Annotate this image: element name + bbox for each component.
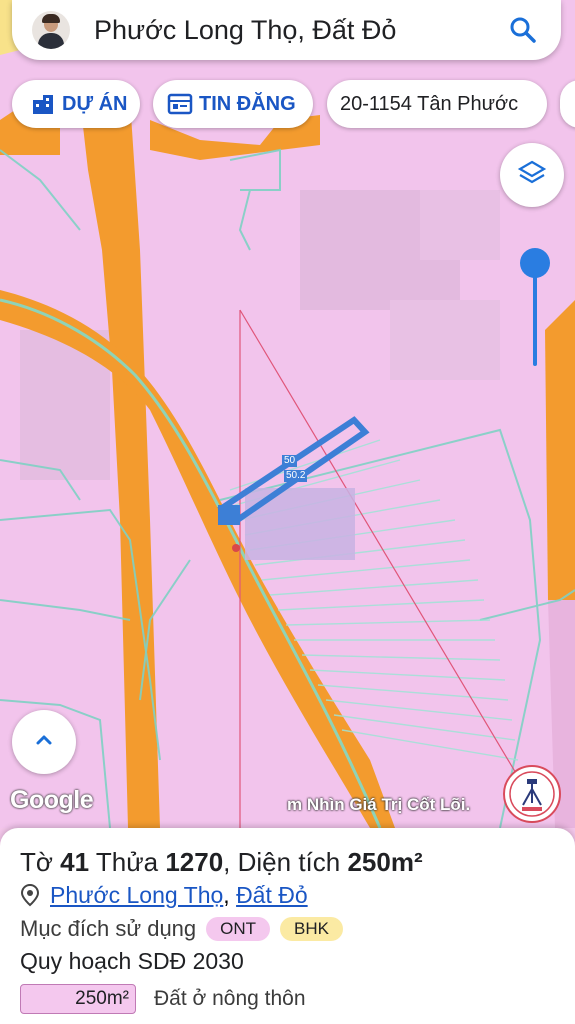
location-pin-icon bbox=[20, 883, 40, 907]
purpose-row: Mục đích sử dụng ONT BHK bbox=[20, 914, 575, 944]
chip-tin-dang-label: TIN ĐĂNG bbox=[199, 92, 296, 115]
purpose-badge-bhk: BHK bbox=[280, 917, 344, 941]
slider-track bbox=[533, 268, 537, 366]
plan-area-box: 250m² bbox=[20, 984, 136, 1014]
parcel-info-sheet[interactable]: Tờ 41 Thửa 1270, Diện tích 250m² Phước L… bbox=[0, 828, 575, 1024]
expand-button[interactable] bbox=[12, 710, 76, 774]
chip-parcel[interactable]: 20-1154 Tân Phước bbox=[327, 80, 547, 128]
avatar[interactable] bbox=[32, 11, 70, 49]
dimension-label: 50 bbox=[282, 455, 298, 467]
parcel-title: Tờ 41 Thửa 1270, Diện tích 250m² bbox=[20, 846, 575, 878]
seal-logo bbox=[503, 765, 561, 823]
title-comma: , bbox=[223, 847, 231, 877]
chip-du-an[interactable]: DỰ ÁN bbox=[12, 80, 140, 128]
layers-button[interactable] bbox=[500, 143, 564, 207]
lot-number: 1270 bbox=[165, 847, 224, 877]
plan-description: Đất ở nông thôn bbox=[154, 987, 306, 1010]
avatar-hair bbox=[42, 14, 60, 23]
ward-link[interactable]: Phước Long Thọ bbox=[50, 880, 223, 910]
purpose-badge-ont: ONT bbox=[206, 917, 271, 941]
chip-parcel-label: 20-1154 Tân Phước bbox=[340, 92, 519, 115]
listing-icon bbox=[167, 92, 193, 116]
avatar-body bbox=[38, 33, 64, 49]
google-logo: Google bbox=[10, 786, 94, 814]
building-icon bbox=[30, 92, 56, 116]
search-icon[interactable] bbox=[503, 10, 543, 50]
area-label: Diện tích bbox=[237, 847, 341, 877]
chip-du-an-label: DỰ ÁN bbox=[62, 92, 128, 115]
sheet-number: 41 bbox=[60, 847, 90, 877]
plan-title: Quy hoạch SDĐ 2030 bbox=[20, 948, 244, 974]
lot-label: Thửa bbox=[95, 847, 159, 877]
zoom-slider[interactable] bbox=[520, 248, 550, 368]
search-title[interactable]: Phước Long Thọ, Đất Đỏ bbox=[94, 15, 503, 46]
area-value: 250m² bbox=[347, 847, 423, 877]
watermark-text: m Nhìn Giá Trị Cốt Lõi. bbox=[287, 795, 471, 814]
chip-more[interactable] bbox=[560, 80, 575, 128]
purpose-label: Mục đích sử dụng bbox=[20, 916, 197, 941]
filter-chips: DỰ ÁN TIN ĐĂNG 20-1154 Tân Phước bbox=[0, 80, 575, 130]
dimension-label: 50.2 bbox=[284, 470, 308, 482]
plan-row: 250m² Đất ở nông thôn bbox=[20, 984, 575, 1014]
location-row: Phước Long Thọ, Đất Đỏ bbox=[20, 880, 575, 910]
layers-icon bbox=[517, 158, 547, 193]
sheet-label: Tờ bbox=[20, 847, 53, 877]
chip-tin-dang[interactable]: TIN ĐĂNG bbox=[153, 80, 313, 128]
chevron-up-icon bbox=[33, 729, 55, 756]
location-comma: , bbox=[223, 882, 230, 908]
slider-knob[interactable] bbox=[520, 248, 550, 278]
district-link[interactable]: Đất Đỏ bbox=[236, 880, 308, 910]
search-bar[interactable]: Phước Long Thọ, Đất Đỏ bbox=[12, 0, 561, 60]
